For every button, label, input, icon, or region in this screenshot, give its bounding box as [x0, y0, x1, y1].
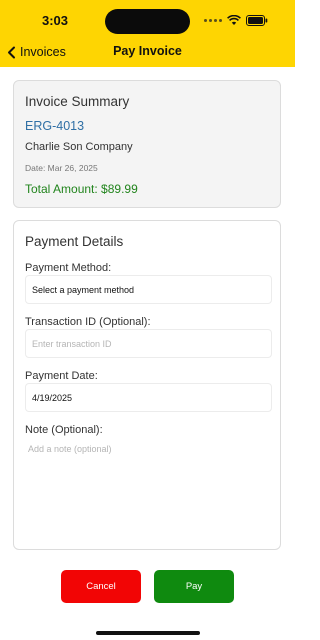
note-input[interactable] [25, 440, 272, 540]
note-label: Note (Optional): [25, 424, 103, 436]
invoice-date: Date: Mar 26, 2025 [25, 163, 98, 173]
status-time: 3:03 [42, 13, 69, 28]
payment-details-card: Payment Details Payment Method: Select a… [13, 220, 281, 550]
page-title: Pay Invoice [113, 44, 182, 58]
invoice-summary-title: Invoice Summary [25, 94, 130, 109]
transaction-id-input[interactable] [32, 338, 271, 349]
pay-button[interactable]: Pay [154, 570, 234, 603]
home-indicator [96, 631, 200, 635]
company-name: Charlie Son Company [25, 141, 133, 153]
status-icons [204, 14, 268, 26]
transaction-id-label: Transaction ID (Optional): [25, 316, 151, 328]
dynamic-island [105, 9, 190, 34]
total-amount: Total Amount: $89.99 [25, 182, 138, 196]
payment-method-value: Select a payment method [32, 284, 135, 295]
payment-date-picker[interactable]: 4/19/2025 [25, 383, 272, 412]
cancel-button[interactable]: Cancel [61, 570, 141, 603]
header-bar: 3:03 Invoices Pay Invoice [0, 0, 295, 67]
signal-icon [204, 18, 222, 22]
invoice-summary-card: Invoice Summary ERG-4013 Charlie Son Com… [13, 80, 281, 208]
payment-date-label: Payment Date: [25, 370, 98, 382]
invoice-number: ERG-4013 [25, 119, 85, 133]
wifi-icon [227, 14, 241, 25]
payment-method-select[interactable]: Select a payment method [25, 275, 272, 304]
payment-date-value: 4/19/2025 [32, 392, 73, 403]
payment-method-label: Payment Method: [25, 262, 112, 274]
payment-details-title: Payment Details [25, 234, 124, 249]
battery-icon [246, 14, 268, 26]
transaction-id-field[interactable] [25, 329, 272, 358]
